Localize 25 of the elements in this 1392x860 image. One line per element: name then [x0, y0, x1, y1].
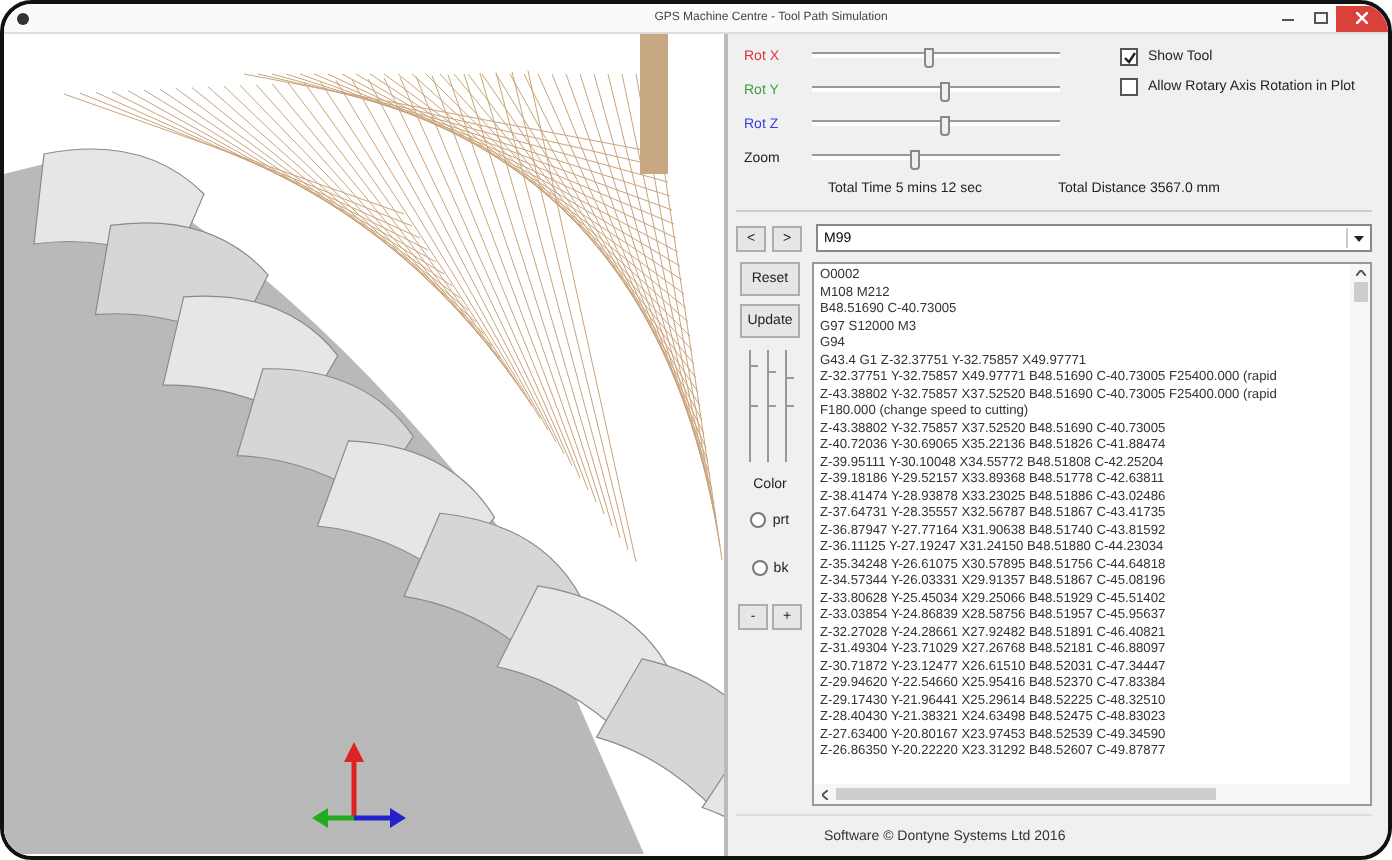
scrollbar-thumb[interactable] — [1353, 282, 1367, 302]
horizontal-scrollbar[interactable] — [814, 784, 1370, 804]
slider-thumb[interactable] — [924, 47, 935, 67]
slider-track[interactable] — [812, 79, 1060, 101]
close-icon — [1356, 12, 1368, 24]
axis-triad-icon — [312, 742, 406, 828]
code-listbox[interactable] — [812, 262, 1372, 806]
checkbox[interactable] — [1120, 48, 1138, 66]
tool-drawing — [640, 34, 668, 174]
vertical-scrollbar[interactable] — [1350, 264, 1370, 784]
scroll-up-icon — [1355, 270, 1365, 276]
slider-thumb[interactable] — [909, 149, 920, 169]
scrollbar-thumb[interactable] — [836, 788, 1216, 800]
slider-track[interactable] — [812, 113, 1060, 135]
app-icon — [16, 11, 30, 25]
checkbox[interactable] — [1120, 78, 1138, 96]
scroll-left-icon — [822, 789, 828, 799]
vertical-sliders-drawing — [744, 346, 796, 466]
close-button[interactable] — [1336, 5, 1388, 31]
slider-thumb[interactable] — [939, 81, 950, 101]
maximize-icon — [1313, 12, 1327, 24]
slider-track[interactable] — [812, 45, 1060, 67]
dropdown-arrow-icon — [1354, 235, 1364, 241]
slider-thumb[interactable] — [939, 115, 950, 135]
slider-track[interactable] — [812, 147, 1060, 169]
